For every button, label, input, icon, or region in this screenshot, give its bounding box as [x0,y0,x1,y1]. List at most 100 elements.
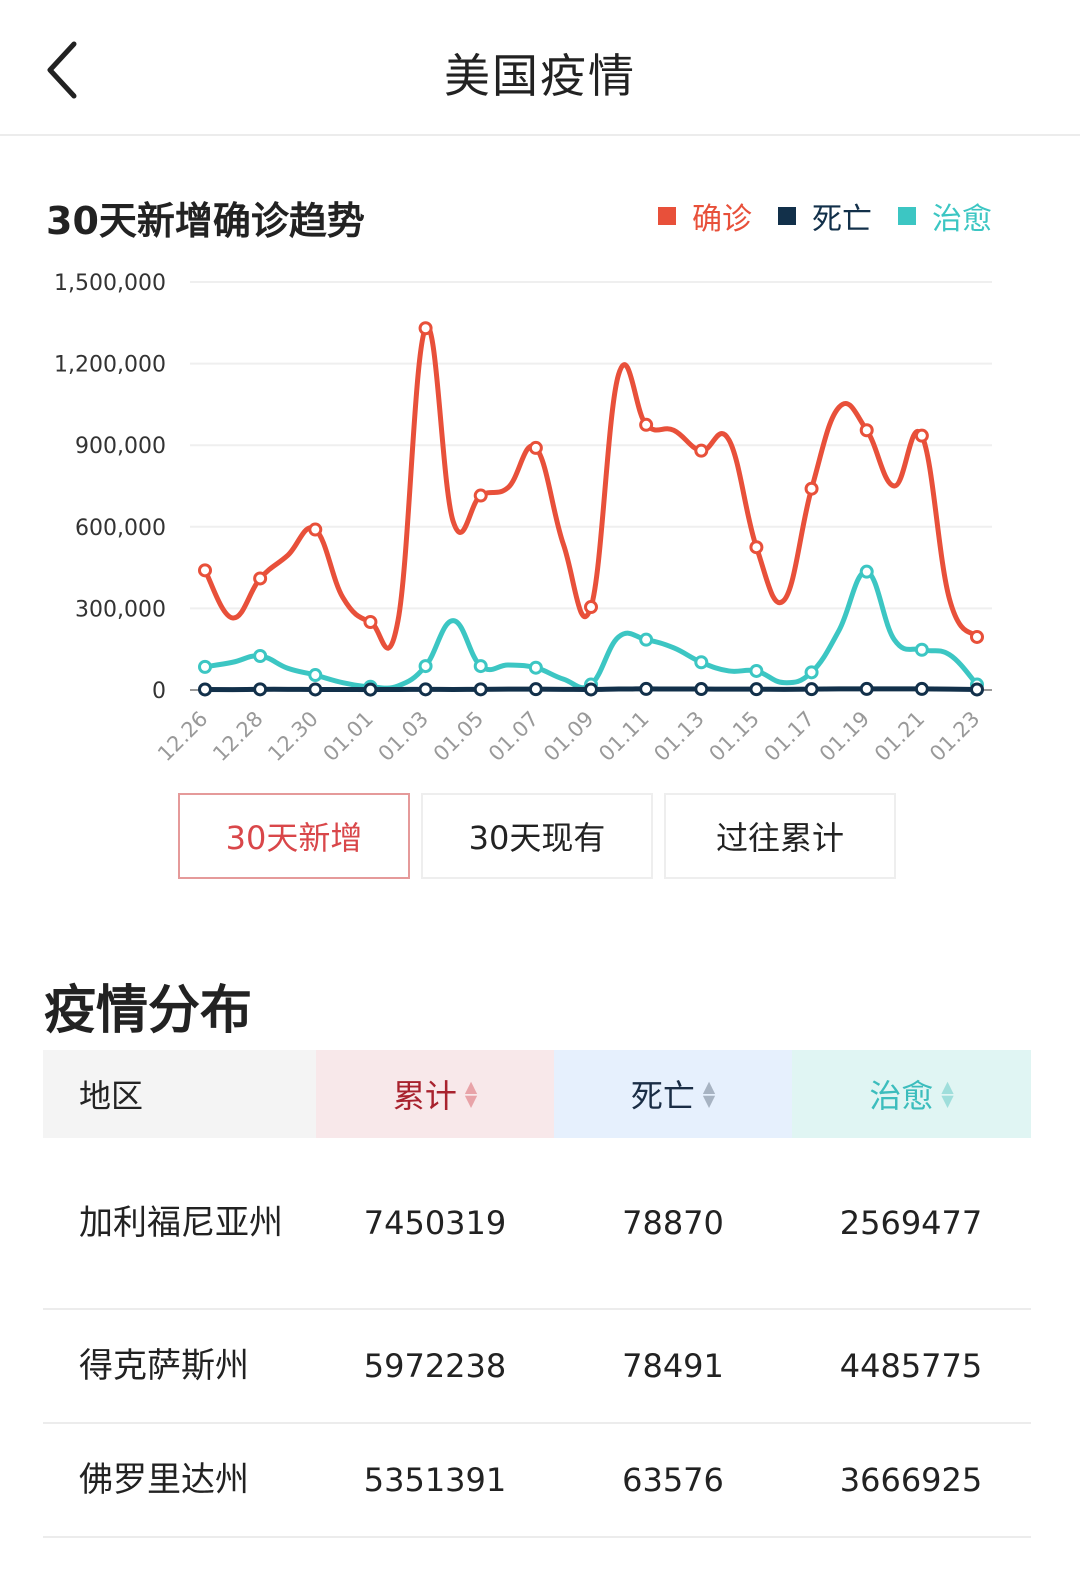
data-point-deaths [804,682,819,697]
tab-cumulative[interactable]: 过往累计 [664,793,896,879]
table-row[interactable]: 加利福尼亚州 7450319 78870 2569477 [43,1138,1031,1310]
data-point-recovered [473,659,488,674]
data-point-confirmed [859,423,874,438]
x-tick-label: 01.03 [374,707,433,766]
recovered-count: 3666925 [839,1461,983,1499]
x-tick-label: 01.09 [539,707,598,766]
page-title: 美国疫情 [444,49,636,103]
tab-30-day-new[interactable]: 30天新增 [178,793,410,879]
x-axis: 12.2612.2812.3001.0101.0301.0501.0701.09… [153,707,984,766]
series-line-confirmed [202,324,980,651]
grid-layer [190,281,992,691]
tab-30-day-current[interactable]: 30天现有 [421,793,653,879]
y-tick-label: 1,500,000 [54,271,166,296]
confirmed-count: 5972238 [363,1347,507,1385]
data-point-confirmed [308,522,323,537]
data-point-confirmed [253,571,268,586]
data-point-deaths [914,681,929,696]
region-name: 加利福尼亚州 [79,1203,283,1243]
data-point-deaths [584,682,598,697]
y-tick-label: 900,000 [75,434,166,459]
data-point-deaths [528,682,543,697]
data-point-deaths [639,681,654,696]
column-header-recovered[interactable]: 治愈 ▲ ▼ [792,1050,1031,1138]
confirmed-count: 5351391 [363,1461,507,1499]
y-tick-label: 600,000 [75,516,166,541]
x-tick-label: 01.05 [429,707,488,766]
x-tick-label: 01.07 [484,707,543,766]
y-axis: 0 300,000 600,000 900,000 1,200,000 1,500,000 [54,271,166,704]
sort-icon[interactable]: ▲ ▼ [703,1079,715,1109]
x-tick-label: 12.30 [263,707,322,766]
table-header: 地区 累计 ▲ ▼ 死亡 ▲ ▼ 治愈 ▲ ▼ [43,1050,1031,1138]
chart-legend: 确诊 死亡 治愈 [632,194,992,238]
legend-label: 确诊 [692,202,752,237]
deaths-count: 63576 [622,1461,724,1499]
column-label: 治愈 [869,1077,934,1115]
x-tick-label: 12.26 [153,707,212,766]
data-point-recovered [749,663,764,678]
recovered-count: 2569477 [839,1204,983,1242]
y-tick-label: 300,000 [75,597,166,622]
data-point-confirmed [970,629,984,644]
series-layer [198,321,984,697]
data-point-deaths [473,682,488,697]
data-point-recovered [418,659,433,674]
data-point-deaths [749,682,764,697]
data-point-recovered [253,649,268,663]
distribution-title: 疫情分布 [44,981,253,1041]
column-header-deaths[interactable]: 死亡 ▲ ▼ [554,1050,792,1138]
y-tick-label: 1,200,000 [54,353,166,378]
x-tick-label: 01.19 [815,707,874,766]
chart-title: 30天新增确诊趋势 [46,199,365,243]
table-row[interactable]: 得克萨斯州 5972238 78491 4485775 [43,1310,1031,1424]
x-tick-label: 01.17 [760,707,819,766]
column-header-region: 地区 [43,1050,316,1138]
trend-chart: 0 300,000 600,000 900,000 1,200,000 1,500,000… [54,271,992,766]
x-tick-label: 01.15 [704,707,763,766]
region-name: 佛罗里达州 [79,1460,249,1500]
x-tick-label: 12.28 [208,707,267,766]
data-point-confirmed [528,440,543,455]
data-point-confirmed [473,488,488,503]
series-deaths [198,681,984,697]
data-point-deaths [253,682,268,697]
legend-swatch-recovered-icon [898,207,916,225]
column-label: 累计 [392,1077,457,1115]
legend-item-confirmed[interactable]: 确诊 [658,194,752,238]
sort-icon[interactable]: ▲ ▼ [941,1079,953,1109]
data-point-recovered [914,642,929,657]
recovered-count: 4485775 [839,1347,983,1385]
legend-item-deaths[interactable]: 死亡 [778,194,872,238]
deaths-count: 78491 [622,1347,724,1385]
data-point-confirmed [639,417,654,432]
column-header-confirmed[interactable]: 累计 ▲ ▼ [316,1050,554,1138]
data-point-confirmed [914,428,929,443]
sort-icon[interactable]: ▲ ▼ [465,1079,477,1109]
legend-label: 治愈 [932,202,992,237]
confirmed-count: 7450319 [363,1204,507,1242]
data-point-recovered [198,659,212,674]
deaths-count: 78870 [622,1204,724,1242]
distribution-table: 地区 累计 ▲ ▼ 死亡 ▲ ▼ 治愈 ▲ ▼ 加利福尼亚州 7450319 7887… [43,1050,1031,1538]
data-point-deaths [694,682,709,697]
data-point-confirmed [584,600,598,615]
legend-swatch-confirmed-icon [658,207,676,225]
series-line-recovered [202,569,980,691]
column-label: 地区 [79,1077,144,1115]
data-point-deaths [363,682,378,697]
data-point-confirmed [694,443,709,458]
legend-label: 死亡 [812,202,872,237]
data-point-deaths [418,682,433,697]
legend-item-recovered[interactable]: 治愈 [898,194,992,238]
data-point-deaths [308,682,323,697]
data-point-confirmed [749,540,764,555]
data-point-confirmed [198,563,212,578]
data-point-confirmed [804,481,819,496]
data-point-deaths [198,682,212,697]
data-point-deaths [859,681,874,696]
table-row[interactable]: 佛罗里达州 5351391 63576 3666925 [43,1424,1031,1538]
data-point-confirmed [418,321,433,336]
x-tick-label: 01.13 [649,707,708,766]
chart-tabs: 30天新增 30天现有 过往累计 [178,793,907,879]
